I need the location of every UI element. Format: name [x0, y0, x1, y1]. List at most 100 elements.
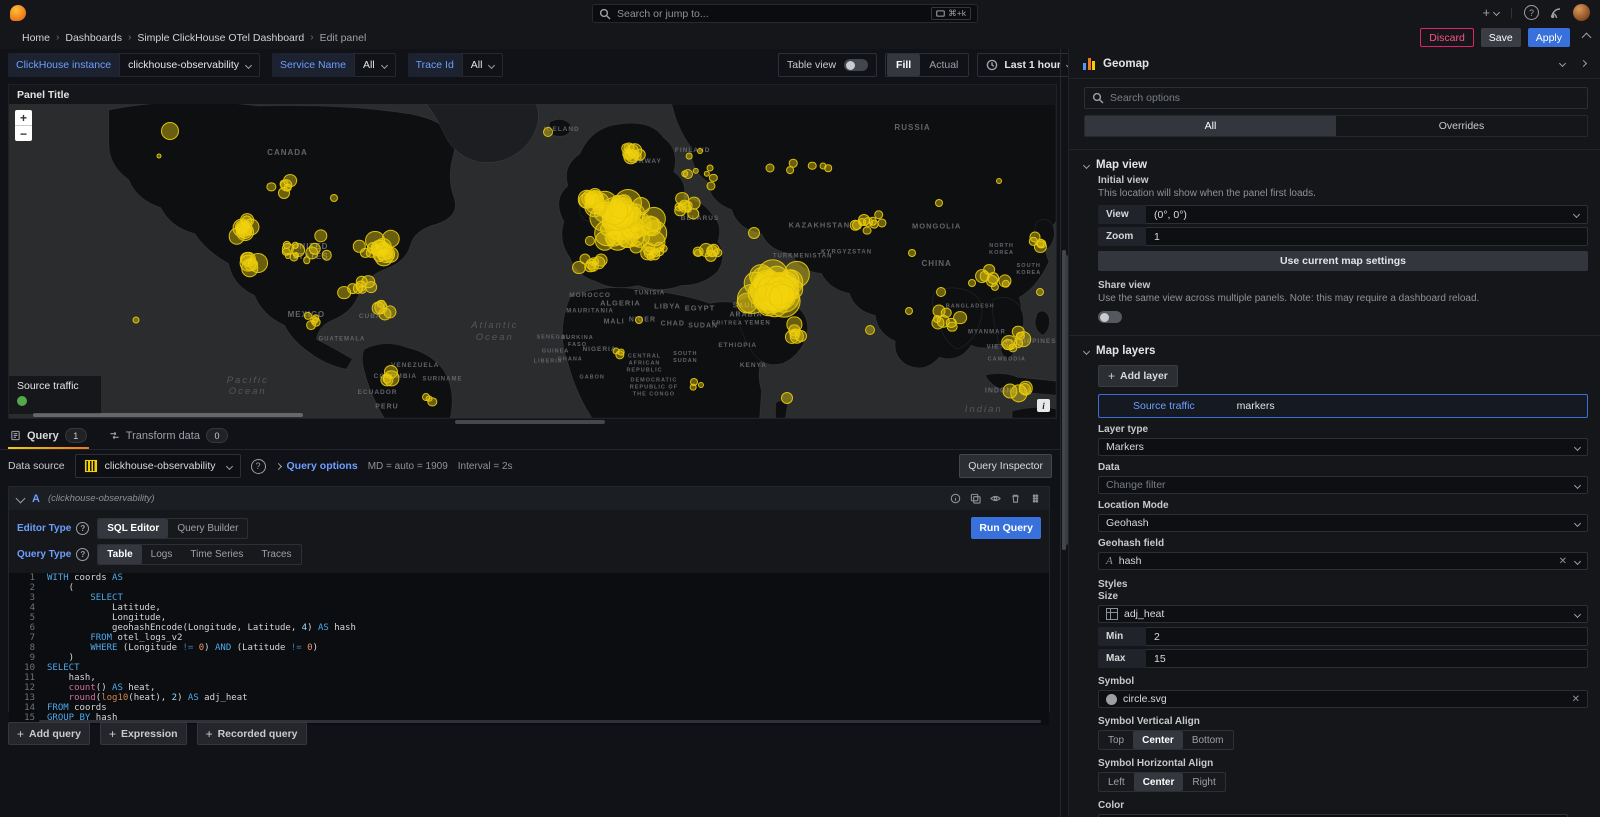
grafana-logo-icon[interactable] — [10, 5, 26, 21]
sql-line[interactable]: 7 FROM otel_logs_v2 — [9, 633, 1049, 643]
discard-button[interactable]: Discard — [1420, 28, 1474, 47]
recorded-query-button[interactable]: +Recorded query — [197, 722, 307, 745]
info-icon[interactable] — [950, 493, 961, 504]
query-type-logs[interactable]: Logs — [142, 545, 182, 564]
expression-button[interactable]: +Expression — [100, 722, 187, 745]
sql-line[interactable]: 10SELECT — [9, 663, 1049, 673]
share-view-toggle[interactable] — [1098, 311, 1122, 323]
sql-line[interactable]: 6 geohashEncode(Longitude, Latitude, 4) … — [9, 623, 1049, 633]
breadcrumb-dashboard-name[interactable]: Simple ClickHouse OTel Dashboard — [137, 32, 304, 44]
data-select[interactable]: Change filter — [1098, 476, 1588, 494]
viz-dropdown-icon[interactable] — [1559, 60, 1566, 67]
align-left[interactable]: Left — [1099, 773, 1134, 791]
fill-option[interactable]: Fill — [887, 54, 920, 76]
add-query-button[interactable]: +Add query — [8, 722, 90, 745]
query-type-timeseries[interactable]: Time Series — [181, 545, 252, 564]
sql-line[interactable]: 13 round(log10(heat), 2) AS adj_heat — [9, 693, 1049, 703]
news-icon[interactable] — [1550, 7, 1562, 19]
toggle-switch[interactable] — [844, 59, 868, 71]
run-query-button[interactable]: Run Query — [971, 517, 1041, 539]
layer-item-source-traffic[interactable]: Source traffic markers — [1098, 394, 1588, 418]
actual-option[interactable]: Actual — [920, 54, 967, 76]
sql-line[interactable]: 9 ) — [9, 653, 1049, 663]
sql-code-editor[interactable]: 1WITH coords AS2 (3 SELECT4 Latitude,5 L… — [9, 573, 1049, 725]
layer-type-select[interactable]: Markers — [1098, 438, 1588, 456]
align-top[interactable]: Top — [1099, 731, 1133, 749]
clear-icon[interactable]: ✕ — [1559, 556, 1567, 567]
global-search-input[interactable]: Search or jump to... ⌘+k — [592, 4, 978, 23]
datasource-help-icon[interactable]: ? — [251, 459, 266, 474]
sql-line[interactable]: 4 Latitude, — [9, 603, 1049, 613]
save-button[interactable]: Save — [1481, 28, 1521, 47]
sql-line[interactable]: 3 SELECT — [9, 593, 1049, 603]
use-current-map-settings-button[interactable]: Use current map settings — [1098, 251, 1588, 271]
location-mode-select[interactable]: Geohash — [1098, 514, 1588, 532]
tab-query[interactable]: Query 1 — [10, 428, 87, 449]
panel-title[interactable]: Panel Title — [9, 85, 1056, 104]
user-avatar[interactable] — [1573, 4, 1590, 21]
search-options-input[interactable]: Search options — [1084, 87, 1588, 109]
add-layer-button[interactable]: +Add layer — [1098, 365, 1178, 387]
tab-overrides[interactable]: Overrides — [1336, 116, 1587, 136]
query-type-help-icon[interactable]: ? — [76, 548, 89, 561]
collapse-options-icon[interactable] — [1580, 60, 1587, 67]
align-right[interactable]: Right — [1183, 773, 1224, 791]
query-inspector-button[interactable]: Query Inspector — [959, 454, 1052, 478]
sql-line[interactable]: 5 Longitude, — [9, 613, 1049, 623]
map-marker — [936, 287, 946, 297]
collapse-query-icon[interactable] — [16, 494, 26, 504]
duplicate-icon[interactable] — [970, 493, 981, 504]
query-builder-option[interactable]: Query Builder — [168, 519, 247, 538]
sql-editor-option[interactable]: SQL Editor — [98, 519, 168, 538]
trash-icon[interactable] — [1010, 493, 1021, 504]
map-info-button[interactable]: i — [1037, 399, 1050, 412]
section-map-layers[interactable]: Map layers — [1084, 345, 1588, 357]
sql-line[interactable]: 8 WHERE (Longitude != 0) AND (Latitude !… — [9, 643, 1049, 653]
help-icon[interactable]: ? — [1524, 5, 1539, 20]
trace-id-dropdown[interactable]: All — [462, 53, 504, 77]
view-select[interactable]: (0°, 0°) — [1146, 205, 1588, 224]
map-zoom-in-button[interactable]: + — [15, 110, 32, 126]
sql-line[interactable]: 12 count() AS heat, — [9, 683, 1049, 693]
pane-divider[interactable] — [1060, 49, 1061, 817]
breadcrumb-dashboards[interactable]: Dashboards — [65, 32, 122, 44]
zoom-input[interactable]: 1 — [1146, 227, 1588, 246]
breadcrumb-home[interactable]: Home — [22, 32, 50, 44]
geohash-field-select[interactable]: Ahash✕ — [1098, 552, 1588, 570]
table-view-toggle[interactable]: Table view — [778, 53, 877, 77]
section-map-view[interactable]: Map view — [1084, 159, 1588, 171]
sql-line[interactable]: 14FROM coords — [9, 703, 1049, 713]
map-marker — [865, 325, 875, 335]
min-input[interactable]: 2 — [1146, 627, 1588, 646]
collapse-header-icon[interactable] — [1582, 33, 1592, 43]
align-center[interactable]: Center — [1134, 773, 1184, 791]
size-field-select[interactable]: adj_heat — [1098, 605, 1588, 623]
datasource-picker[interactable]: clickhouse-observability — [75, 454, 241, 478]
apply-button[interactable]: Apply — [1528, 28, 1570, 47]
tab-all[interactable]: All — [1085, 116, 1336, 136]
drag-grip-icon[interactable] — [1030, 493, 1041, 504]
query-options-toggle[interactable]: Query options — [276, 460, 358, 472]
symbol-select[interactable]: circle.svg✕ — [1098, 690, 1588, 708]
tab-transform-data[interactable]: Transform data 0 — [109, 428, 228, 449]
query-row-header[interactable]: A (clickhouse-observability) — [9, 487, 1049, 510]
visualization-picker[interactable]: Geomap — [1103, 58, 1149, 70]
align-bottom[interactable]: Bottom — [1183, 731, 1233, 749]
map-zoom-out-button[interactable]: − — [15, 126, 32, 141]
service-name-dropdown[interactable]: All — [354, 53, 396, 77]
sql-line[interactable]: 1WITH coords AS — [9, 573, 1049, 583]
options-scrollbar[interactable] — [1065, 255, 1068, 545]
align-center[interactable]: Center — [1133, 731, 1183, 749]
time-range-picker[interactable]: Last 1 hour — [978, 54, 1080, 76]
query-type-table[interactable]: Table — [98, 545, 141, 564]
sql-line[interactable]: 2 ( — [9, 583, 1049, 593]
sql-line[interactable]: 11 hash, — [9, 673, 1049, 683]
editor-type-help-icon[interactable]: ? — [76, 522, 89, 535]
instance-value-dropdown[interactable]: clickhouse-observability — [119, 53, 260, 77]
world-map[interactable]: CANADARUSSIAUNITED STATESMEXICOCUBAGUATE… — [9, 104, 1056, 418]
query-type-traces[interactable]: Traces — [252, 545, 300, 564]
eye-icon[interactable] — [990, 493, 1001, 504]
add-new-button[interactable]: + — [1483, 5, 1500, 20]
max-input[interactable]: 15 — [1146, 649, 1588, 668]
clear-icon[interactable]: ✕ — [1572, 694, 1580, 705]
